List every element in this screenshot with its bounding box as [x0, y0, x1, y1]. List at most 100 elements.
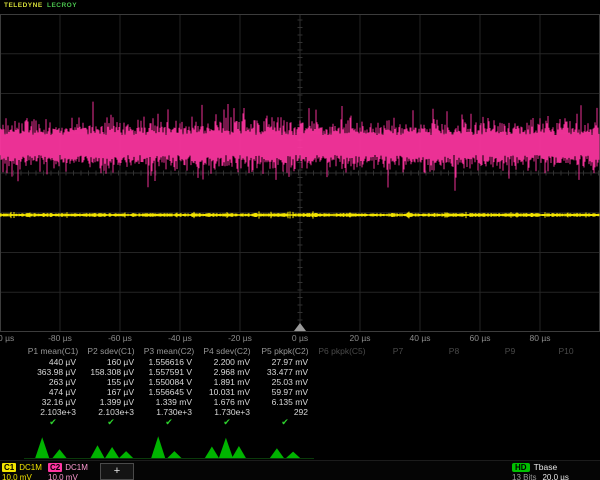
- time-axis-label: -40 µs: [158, 333, 202, 343]
- measure-value: 59.97 mV: [256, 387, 314, 397]
- measure-header[interactable]: P6 pkpk(C5): [314, 346, 370, 357]
- c2-scale-label: 10.0 mV: [48, 473, 94, 480]
- measure-column-P7: P7: [370, 346, 426, 428]
- time-axis-label: 20 µs: [338, 333, 382, 343]
- measure-value: 1.730e+3: [140, 407, 198, 417]
- measure-value: [538, 397, 594, 407]
- oscilloscope-screen: TELEDYNE LECROY -100 µs -80 µs -60 µs -40 µ…: [0, 0, 600, 480]
- measure-header[interactable]: P9: [482, 346, 538, 357]
- measure-header[interactable]: P5 pkpk(C2): [256, 346, 314, 357]
- measure-value: [314, 397, 370, 407]
- measure-value: [538, 407, 594, 417]
- histicon-P3[interactable]: [140, 432, 198, 460]
- c2-coupling-label: DC1M: [65, 463, 88, 472]
- resolution-bits-label: 13 Bits: [512, 473, 536, 480]
- measure-value: [370, 407, 426, 417]
- time-axis-label: -100 µs: [0, 333, 22, 343]
- measure-value: 158.308 µV: [82, 367, 140, 377]
- measure-header[interactable]: P3 mean(C2): [140, 346, 198, 357]
- c1-descriptor[interactable]: C1 DC1M 10.0 mV: [2, 462, 46, 480]
- c1-scale-label: 10.0 mV: [2, 473, 46, 480]
- measure-value: [482, 407, 538, 417]
- measure-value: 474 µV: [24, 387, 82, 397]
- measure-value: [370, 397, 426, 407]
- hd-badge: HD: [512, 463, 530, 472]
- measure-value: [314, 357, 370, 367]
- measure-value: [370, 377, 426, 387]
- measure-status-check: [314, 417, 370, 428]
- histicon-P2[interactable]: [82, 432, 140, 460]
- measure-header[interactable]: P1 mean(C1): [24, 346, 82, 357]
- measure-value: [370, 357, 426, 367]
- time-axis-label: -60 µs: [98, 333, 142, 343]
- measure-value: 2.968 mV: [198, 367, 256, 377]
- timebase-label: Tbase: [534, 462, 558, 472]
- measure-status-check: [482, 417, 538, 428]
- measure-value: [314, 387, 370, 397]
- measure-header[interactable]: P7: [370, 346, 426, 357]
- measure-value: 160 µV: [82, 357, 140, 367]
- time-axis: -100 µs-80 µs-60 µs-40 µs-20 µs0 µs20 µs…: [0, 332, 600, 345]
- measure-header[interactable]: P4 sdev(C2): [198, 346, 256, 357]
- c2-waveform[interactable]: [0, 102, 599, 191]
- measure-value: [314, 367, 370, 377]
- timebase-descriptor[interactable]: HD Tbase 13 Bits 20.0 µs: [512, 462, 598, 480]
- measure-status-check: ✔: [24, 417, 82, 428]
- brand-logo-part2: LECROY: [47, 2, 77, 9]
- measure-value: [482, 357, 538, 367]
- measure-value: 1.556645 V: [140, 387, 198, 397]
- measure-value: 1.891 mV: [198, 377, 256, 387]
- histicon-P4[interactable]: [198, 432, 256, 460]
- measure-value: 10.031 mV: [198, 387, 256, 397]
- measure-header[interactable]: P10: [538, 346, 594, 357]
- measure-value: [538, 387, 594, 397]
- measure-value: [314, 407, 370, 417]
- measure-value: 32.16 µV: [24, 397, 82, 407]
- measure-status-check: ✔: [198, 417, 256, 428]
- measure-header[interactable]: P8: [426, 346, 482, 357]
- measure-value: 155 µV: [82, 377, 140, 387]
- time-axis-label: 40 µs: [398, 333, 442, 343]
- measure-value: 1.399 µV: [82, 397, 140, 407]
- c1-coupling-label: DC1M: [19, 463, 42, 472]
- histicon-row: [0, 432, 600, 460]
- measure-value: 1.550084 V: [140, 377, 198, 387]
- measure-value: [426, 407, 482, 417]
- c2-descriptor[interactable]: C2 DC1M 10.0 mV: [48, 462, 94, 480]
- histicon-P5[interactable]: [256, 432, 314, 460]
- timebase-scale-label: 20.0 µs: [542, 473, 568, 480]
- measure-header[interactable]: P2 sdev(C1): [82, 346, 140, 357]
- measure-value: [426, 387, 482, 397]
- measure-value: [482, 377, 538, 387]
- time-axis-label: -80 µs: [38, 333, 82, 343]
- measure-column-P10: P10: [538, 346, 594, 428]
- measure-value: [426, 397, 482, 407]
- brand-logo-part1: TELEDYNE: [4, 2, 43, 9]
- measure-value: 167 µV: [82, 387, 140, 397]
- measure-status-check: ✔: [256, 417, 314, 428]
- measure-column-P2: P2 sdev(C1)160 µV158.308 µV155 µV167 µV1…: [82, 346, 140, 428]
- crosshair-plus-button[interactable]: +: [100, 463, 134, 480]
- time-axis-label: -20 µs: [218, 333, 262, 343]
- descriptor-bar: C1 DC1M 10.0 mV C2 DC1M 10.0 mV + HD Tba…: [0, 460, 600, 480]
- measure-column-P6: P6 pkpk(C5): [314, 346, 370, 428]
- measure-column-P4: P4 sdev(C2)2.200 mV2.968 mV1.891 mV10.03…: [198, 346, 256, 428]
- measure-value: 33.477 mV: [256, 367, 314, 377]
- c1-waveform[interactable]: [0, 211, 599, 218]
- top-bar: TELEDYNE LECROY: [0, 0, 600, 14]
- measure-column-P3: P3 mean(C2)1.556616 V1.557591 V1.550084 …: [140, 346, 198, 428]
- measure-value: 1.556616 V: [140, 357, 198, 367]
- brand-logo: TELEDYNE LECROY: [4, 2, 77, 9]
- measure-value: [538, 357, 594, 367]
- measure-value: 2.103e+3: [82, 407, 140, 417]
- measure-value: [314, 377, 370, 387]
- measure-value: [482, 397, 538, 407]
- waveform-grid[interactable]: [0, 14, 600, 332]
- waveform-traces: [0, 14, 600, 332]
- measure-value: 292: [256, 407, 314, 417]
- c1-channel-chip: C1: [2, 463, 16, 472]
- histicon-P1[interactable]: [24, 432, 82, 460]
- measure-value: 263 µV: [24, 377, 82, 387]
- measure-status-check: [426, 417, 482, 428]
- measure-status-check: ✔: [82, 417, 140, 428]
